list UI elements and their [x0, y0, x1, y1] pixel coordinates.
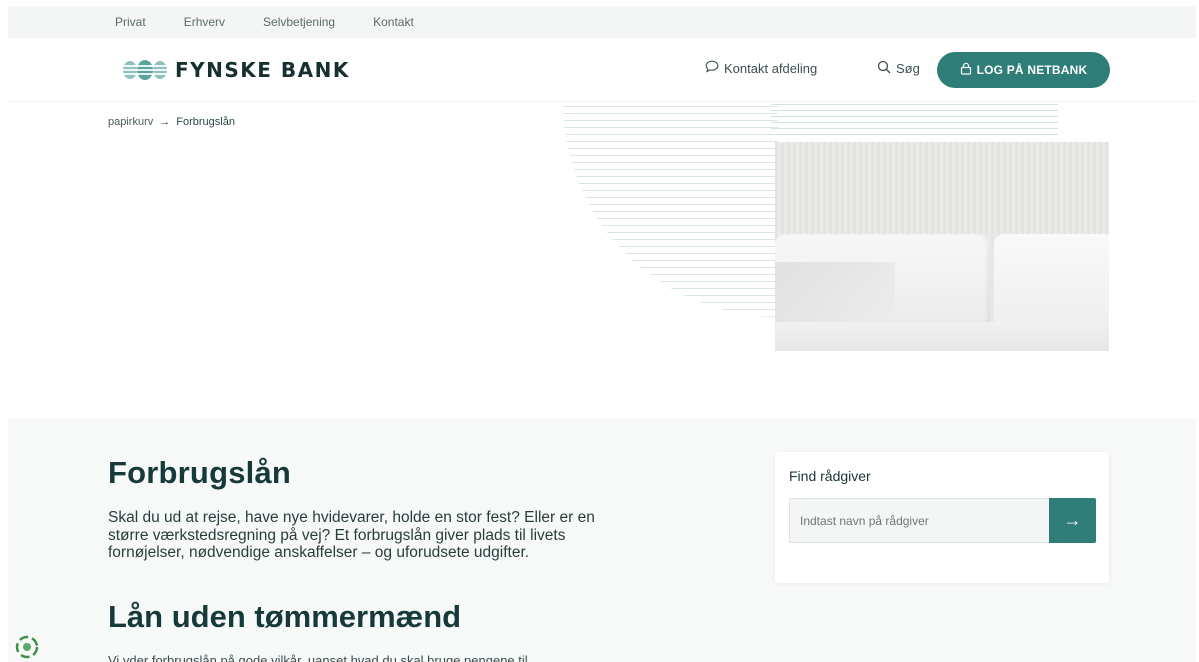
- contact-department-link[interactable]: Kontakt afdeling: [705, 60, 817, 76]
- login-label: LOG PÅ NETBANK: [976, 63, 1088, 77]
- decorative-stripe: [563, 288, 778, 289]
- decorative-stripe: [563, 120, 778, 121]
- top-utility-bar: Privat Erhverv Selvbetjening Kontakt: [8, 6, 1196, 38]
- decorative-stripe: [563, 211, 778, 212]
- decorative-stripe: [563, 183, 778, 184]
- decorative-stripe: [771, 104, 1058, 105]
- breadcrumb: papirkurv → Forbrugslån: [108, 116, 235, 128]
- top-nav-kontakt[interactable]: Kontakt: [373, 15, 414, 29]
- decorative-stripe: [771, 128, 1058, 129]
- decorative-stripe: [563, 302, 778, 303]
- contact-department-label: Kontakt afdeling: [724, 60, 818, 76]
- decorative-stripes-circle: [563, 102, 778, 317]
- advisor-search-submit-button[interactable]: →: [1049, 498, 1096, 543]
- decorative-stripe: [771, 116, 1058, 117]
- decorative-stripe: [563, 253, 778, 254]
- decorative-stripe: [563, 281, 778, 282]
- hero-shadow: [775, 262, 895, 324]
- decorative-stripe: [563, 190, 778, 191]
- breadcrumb-separator: →: [159, 116, 171, 128]
- hero-image-sofa: [775, 142, 1109, 351]
- decorative-stripe: [771, 110, 1058, 111]
- decorative-stripe: [563, 267, 778, 268]
- top-nav-privat[interactable]: Privat: [115, 15, 146, 29]
- advisor-search-input[interactable]: [789, 498, 1051, 543]
- top-nav: Privat Erhverv Selvbetjening Kontakt: [115, 6, 452, 38]
- decorative-stripe: [563, 316, 778, 317]
- decorative-stripe: [563, 274, 778, 275]
- decorative-stripe: [563, 141, 778, 142]
- section-heading: Lån uden tømmermænd: [108, 599, 462, 634]
- decorative-stripe: [771, 122, 1058, 123]
- decorative-stripe: [563, 106, 778, 107]
- decorative-stripe: [563, 218, 778, 219]
- decorative-stripe: [563, 225, 778, 226]
- decorative-stripes-top: [771, 102, 1058, 140]
- search-link[interactable]: Søg: [877, 60, 920, 77]
- decorative-stripe: [563, 260, 778, 261]
- body-paragraph: Vi yder forbrugslån på gode vilkår, uans…: [108, 653, 528, 662]
- chat-bubble-icon: [705, 60, 719, 76]
- search-label: Søg: [896, 61, 920, 76]
- page-title: Forbrugslån: [108, 455, 292, 490]
- search-icon: [877, 60, 891, 77]
- login-netbank-button[interactable]: LOG PÅ NETBANK: [937, 52, 1110, 88]
- decorative-stripe: [563, 232, 778, 233]
- lock-icon: [960, 62, 972, 78]
- top-nav-erhverv[interactable]: Erhverv: [184, 15, 225, 29]
- find-advisor-title: Find rådgiver: [789, 468, 871, 484]
- decorative-stripe: [563, 127, 778, 128]
- decorative-stripe: [563, 162, 778, 163]
- hero-sofa-base: [775, 322, 1109, 351]
- decorative-stripe: [563, 309, 778, 310]
- decorative-stripe: [563, 239, 778, 240]
- hero-cushion-right: [994, 234, 1109, 324]
- hero-wall: [775, 142, 1109, 242]
- decorative-stripe: [563, 246, 778, 247]
- decorative-stripe: [563, 113, 778, 114]
- arrow-right-icon: →: [1063, 510, 1082, 530]
- decorative-stripe: [563, 169, 778, 170]
- decorative-stripe: [563, 134, 778, 135]
- top-nav-selvbetjening[interactable]: Selvbetjening: [263, 15, 335, 29]
- decorative-stripe: [563, 197, 778, 198]
- lead-paragraph: Skal du ud at rejse, have nye hvidevarer…: [108, 509, 595, 561]
- decorative-stripe: [771, 134, 1058, 135]
- decorative-stripe: [563, 148, 778, 149]
- decorative-stripe: [563, 204, 778, 205]
- decorative-stripe: [563, 176, 778, 177]
- site-header: FYNSKE BANK Kontakt afdeling Søg LOG PÅ …: [8, 38, 1196, 102]
- decorative-stripe: [563, 155, 778, 156]
- logo-text: FYNSKE BANK: [175, 58, 350, 82]
- breadcrumb-parent[interactable]: papirkurv: [108, 116, 153, 128]
- find-advisor-card: Find rådgiver →: [775, 452, 1109, 583]
- logo-mark-icon: [121, 59, 169, 81]
- chat-widget-icon[interactable]: [15, 635, 39, 659]
- logo[interactable]: FYNSKE BANK: [121, 58, 350, 82]
- breadcrumb-current: Forbrugslån: [176, 116, 235, 128]
- decorative-stripe: [563, 295, 778, 296]
